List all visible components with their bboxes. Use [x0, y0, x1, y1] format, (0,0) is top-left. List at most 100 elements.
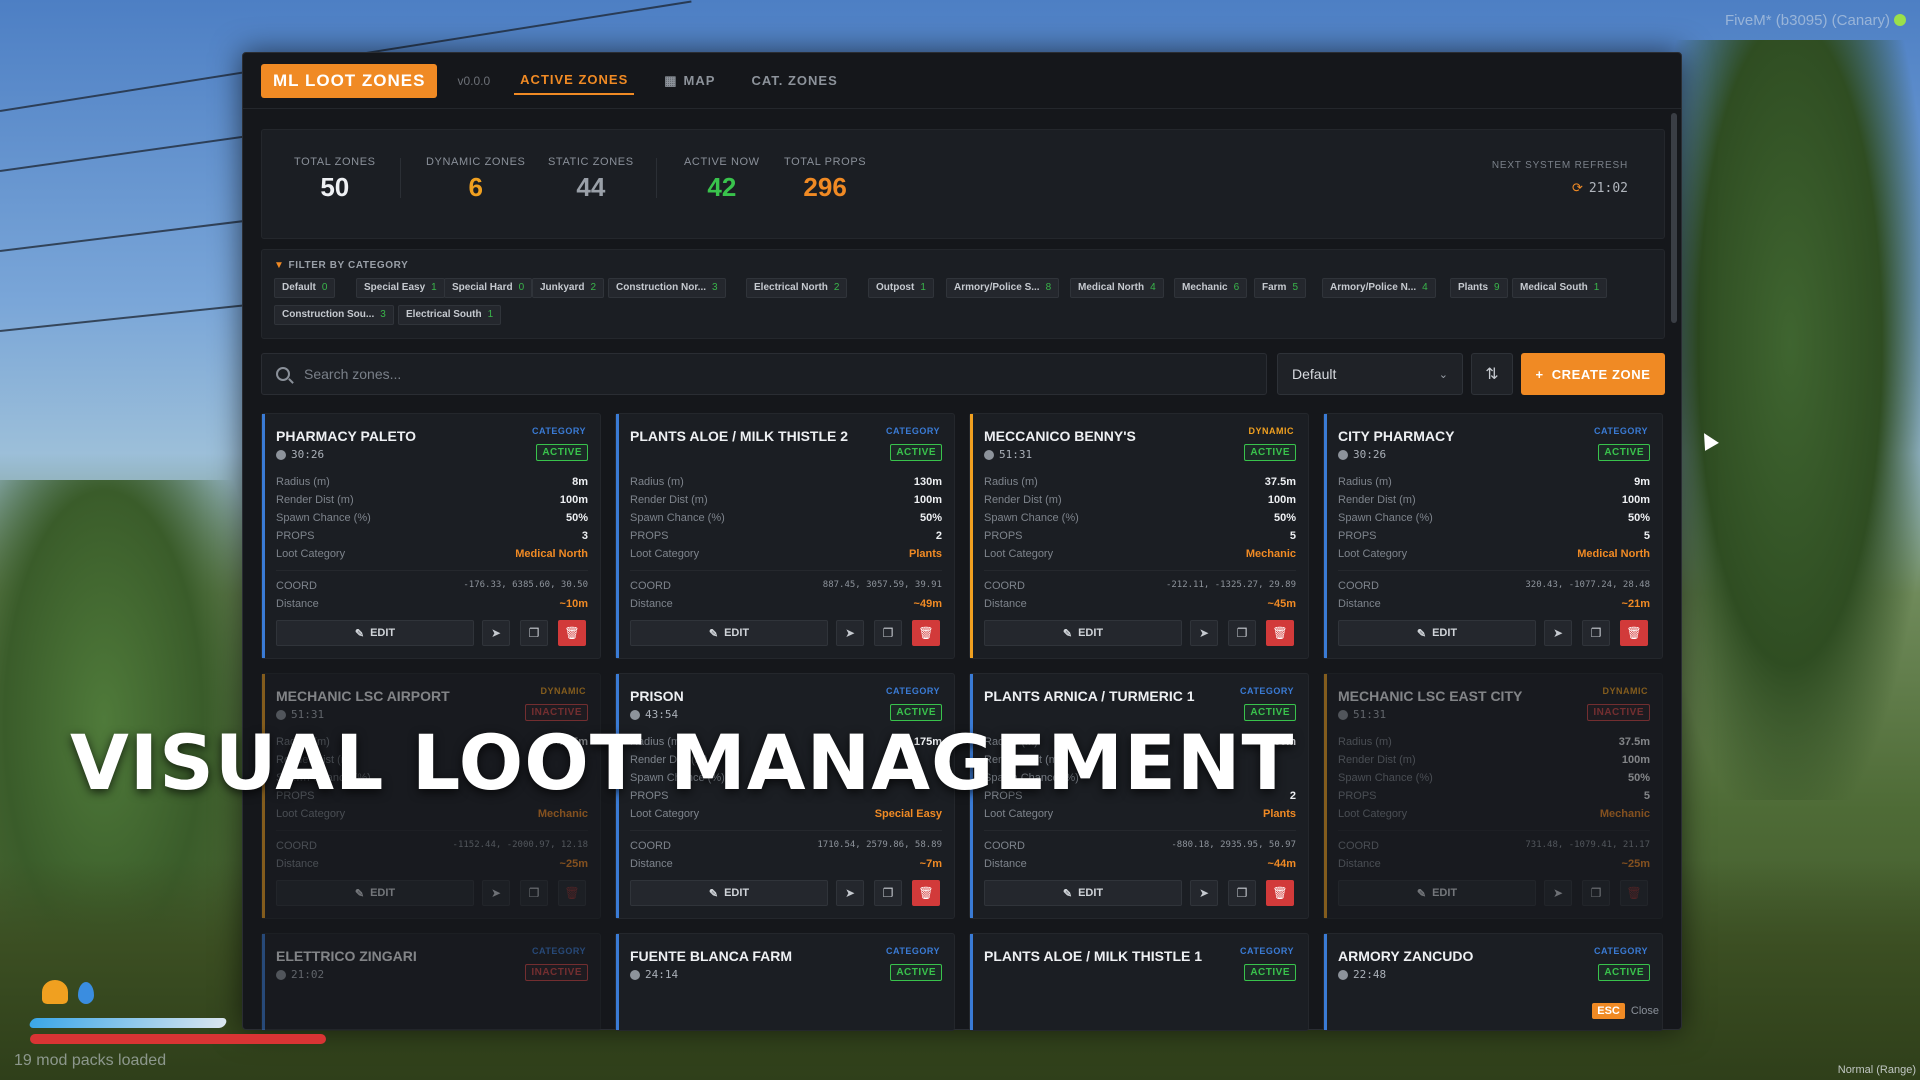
navigate-icon: ➤	[1552, 886, 1564, 900]
create-zone-button[interactable]: + CREATE ZONE	[1521, 353, 1665, 395]
edit-button[interactable]: ✎ EDIT	[1338, 880, 1536, 906]
delete-button[interactable]: 🗑	[912, 620, 940, 646]
zone-card[interactable]: PLANTS ALOE / MILK THISTLE 2 CATEGORY ACTI…	[615, 413, 955, 659]
teleport-button[interactable]: ➤	[482, 620, 510, 646]
zone-card[interactable]: PHARMACY PALETO CATEGORY ACTIVE 30:26 Radius…	[261, 413, 601, 659]
status-badge: INACTIVE	[525, 964, 588, 981]
delete-button[interactable]: 🗑	[1266, 620, 1294, 646]
edit-button[interactable]: ✎ EDIT	[1338, 620, 1536, 646]
zone-card[interactable]: FUENTE BLANCA FARM CATEGORY ACTIVE 24:14	[615, 933, 955, 1031]
mod-packs-label: 19 mod packs loaded	[14, 1052, 167, 1069]
field-label: Radius (m)	[276, 476, 330, 488]
zone-card[interactable]: CITY PHARMACY CATEGORY ACTIVE 30:26 Radius (…	[1323, 413, 1663, 659]
zone-card[interactable]: PLANTS ALOE / MILK THISTLE 1 CATEGORY ACTI…	[969, 933, 1309, 1031]
delete-button[interactable]: 🗑	[1620, 880, 1648, 906]
teleport-button[interactable]: ➤	[1190, 880, 1218, 906]
edit-button[interactable]: ✎ EDIT	[984, 620, 1182, 646]
teleport-button[interactable]: ➤	[1190, 620, 1218, 646]
filter-chip[interactable]: Outpost 1	[868, 278, 934, 298]
stat-value: 50	[320, 172, 350, 202]
teleport-button[interactable]: ➤	[1544, 620, 1572, 646]
card-actions: ✎ EDIT ➤ ❐ 🗑	[984, 880, 1296, 906]
navigate-icon: ➤	[490, 626, 502, 640]
filter-chip[interactable]: Armory/Police S... 8	[946, 278, 1060, 298]
clock-icon	[1338, 449, 1348, 460]
teleport-button[interactable]: ➤	[1544, 880, 1572, 906]
filter-chip[interactable]: Special Easy 1	[356, 278, 445, 298]
filter-chip[interactable]: Construction Sou... 3	[274, 305, 394, 325]
filter-chip[interactable]: Plants 9	[1450, 278, 1508, 298]
copy-button[interactable]: ❐	[1582, 620, 1610, 646]
delete-button[interactable]: 🗑	[558, 620, 586, 646]
status-badge: ACTIVE	[1598, 444, 1650, 461]
type-stripe	[1324, 414, 1327, 658]
copy-button[interactable]: ❐	[874, 620, 902, 646]
copy-button[interactable]: ❐	[520, 880, 548, 906]
zone-card[interactable]: MECCANICO BENNY'S DYNAMIC ACTIVE 51:31 Radiu…	[969, 413, 1309, 659]
tab-label: CAT. ZONES	[751, 73, 838, 88]
zone-distance-row: Distance ~21m	[1338, 598, 1650, 610]
edit-button[interactable]: ✎ EDIT	[276, 620, 474, 646]
filter-chip[interactable]: Mechanic 6	[1174, 278, 1248, 298]
card-actions: ✎ EDIT ➤ ❐ 🗑	[1338, 880, 1650, 906]
copy-button[interactable]: ❐	[1228, 620, 1256, 646]
stats-panel: TOTAL ZONES 50 DYNAMIC ZONES 6 STATIC ZO…	[261, 129, 1665, 239]
zone-render-row: Render Dist (m) 100m	[1338, 494, 1650, 506]
filter-chip[interactable]: Electrical South 1	[398, 305, 502, 325]
teleport-button[interactable]: ➤	[836, 620, 864, 646]
teleport-button[interactable]: ➤	[836, 880, 864, 906]
category-select[interactable]: Default ⌄	[1277, 353, 1463, 395]
esc-hint[interactable]: ESC Close	[1592, 1003, 1659, 1019]
field-value: Plants	[1262, 808, 1296, 820]
teleport-button[interactable]: ➤	[482, 880, 510, 906]
field-value: 100m	[1621, 754, 1650, 766]
tab-map[interactable]: ▦ MAP	[658, 67, 721, 95]
field-label: Distance	[276, 598, 319, 610]
zone-loot-row: Loot Category Plants	[630, 548, 942, 560]
copy-button[interactable]: ❐	[1228, 880, 1256, 906]
sort-button[interactable]: ⇅	[1471, 353, 1513, 395]
search-box[interactable]	[261, 353, 1267, 395]
filter-chip[interactable]: Farm 5	[1254, 278, 1307, 298]
delete-button[interactable]: 🗑	[912, 880, 940, 906]
filter-chip[interactable]: Default 0	[274, 278, 336, 298]
filter-chip[interactable]: Electrical North 2	[746, 278, 848, 298]
delete-button[interactable]: 🗑	[1620, 620, 1648, 646]
field-label: COORD	[630, 840, 671, 852]
delete-button[interactable]: 🗑	[558, 880, 586, 906]
chip-count: 6	[1233, 282, 1240, 293]
edit-button[interactable]: ✎ EDIT	[276, 880, 474, 906]
filter-chip[interactable]: Junkyard 2	[532, 278, 605, 298]
field-label: Loot Category	[1338, 808, 1408, 820]
zone-card[interactable]: MECHANIC LSC EAST CITY DYNAMIC INACTIVE 51:…	[1323, 673, 1663, 919]
zone-render-row: Render Dist (m) 100m	[630, 494, 942, 506]
delete-button[interactable]: 🗑	[1266, 880, 1294, 906]
search-input[interactable]	[304, 366, 1204, 382]
edit-button[interactable]: ✎ EDIT	[630, 620, 828, 646]
edit-label: EDIT	[724, 627, 750, 639]
edit-icon: ✎	[1062, 627, 1073, 640]
divider	[1338, 570, 1650, 571]
copy-icon: ❐	[882, 626, 894, 640]
status-badge: INACTIVE	[1587, 704, 1650, 721]
tab-active-zones[interactable]: ACTIVE ZONES	[514, 66, 635, 95]
copy-button[interactable]: ❐	[520, 620, 548, 646]
filter-chip[interactable]: Medical North 4	[1070, 278, 1164, 298]
filter-chip[interactable]: Armory/Police N... 4	[1322, 278, 1436, 298]
field-label: Radius (m)	[984, 476, 1038, 488]
field-value: ~21m	[1621, 598, 1650, 610]
filter-chip[interactable]: Medical South 1	[1512, 278, 1608, 298]
copy-icon: ❐	[1590, 886, 1602, 900]
edit-button[interactable]: ✎ EDIT	[984, 880, 1182, 906]
filter-chip[interactable]: Special Hard 0	[444, 278, 533, 298]
stat-label: TOTAL ZONES	[294, 156, 376, 168]
field-value: 100m	[913, 494, 942, 506]
scrollbar[interactable]	[1671, 113, 1677, 323]
copy-button[interactable]: ❐	[1582, 880, 1610, 906]
type-stripe	[1324, 934, 1327, 1030]
copy-button[interactable]: ❐	[874, 880, 902, 906]
edit-button[interactable]: ✎ EDIT	[630, 880, 828, 906]
filter-chip[interactable]: Construction Nor... 3	[608, 278, 726, 298]
tab-cat-zones[interactable]: CAT. ZONES	[745, 67, 843, 94]
zone-card[interactable]: ELETTRICO ZINGARI CATEGORY INACTIVE 21:02	[261, 933, 601, 1031]
